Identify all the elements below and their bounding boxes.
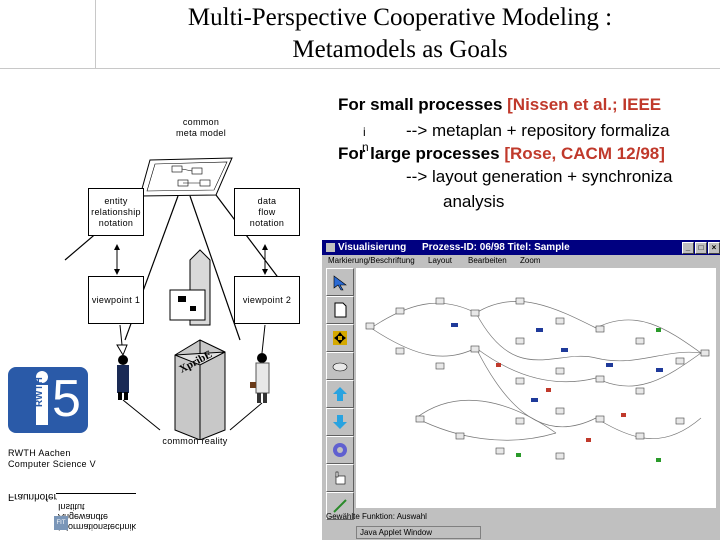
institut-line1: Institut (58, 502, 85, 512)
scroll-up-tool[interactable] (326, 380, 354, 408)
viewpoint2-box: viewpoint 2 (234, 276, 300, 324)
workstation-icon (169, 249, 211, 326)
bullet-2-sub2: analysis (443, 192, 505, 211)
java-applet-window-label: Java Applet Window (356, 526, 481, 539)
scroll-down-tool[interactable] (326, 408, 354, 436)
handshake-tool[interactable] (326, 352, 354, 380)
bullet-1-sub: --> metaplan + repository formaliza (406, 121, 670, 140)
rwth-line1: RWTH Aachen (8, 448, 71, 458)
process-graph (365, 297, 710, 462)
person-right-icon (250, 353, 270, 403)
viewpoint2-label: viewpoint 2 (242, 295, 292, 305)
applet-menubar: Markierung/Beschriftung Layout Bearbeite… (322, 255, 720, 267)
handshake-icon (332, 362, 348, 372)
new-document-tool[interactable] (326, 296, 354, 324)
applet-window[interactable]: Visualisierung Prozess-ID: 06/98 Titel: … (322, 240, 720, 540)
common-reality-label: common reality (162, 436, 228, 446)
applet-process-text: Prozess-ID: 06/98 Titel: Sample (422, 242, 570, 253)
institut-line3: Informationstechnik (58, 522, 137, 532)
bullet-2-sub: --> layout generation + synchroniza (406, 167, 673, 186)
rwth-logo: 5 RWTH (8, 365, 90, 437)
fit-badge: FIT (54, 516, 68, 530)
bullet-2-ref: [Rose, CACM 12/98] (504, 144, 665, 163)
down-arrow-icon (333, 415, 347, 429)
person-left-icon (117, 355, 129, 400)
status-function-label: Gewählte Funktion: Auswahl (326, 512, 427, 521)
move-tool[interactable] (326, 324, 354, 352)
move-icon (333, 331, 347, 345)
er-notation-box: entity relationship notation (88, 188, 144, 236)
up-arrow-icon (333, 387, 347, 401)
bullet-1-marker: i (363, 125, 366, 139)
refresh-tool[interactable] (326, 436, 354, 464)
applet-app-icon (326, 243, 335, 252)
hand-icon (335, 471, 346, 485)
metamodel-sheet-icon (139, 157, 233, 197)
applet-title-text: Visualisierung (338, 242, 407, 253)
title-line-2: Metamodels as Goals (292, 36, 508, 63)
bullet-1-text: For small processes (338, 95, 508, 114)
fraunhofer-rule (56, 493, 136, 494)
title-line-1: Multi-Perspective Cooperative Modeling : (187, 4, 613, 31)
bullet-1-ref: [Nissen et al.; IEEE (507, 95, 662, 114)
bullet-2-marker: n (362, 140, 369, 154)
fit-label: FIT (56, 520, 66, 526)
menu-bearbeiten[interactable]: Bearbeiten (468, 255, 507, 267)
bullet-large-processes: For large processes [Rose, CACM 12/98] (338, 144, 665, 164)
bullet-small-processes: For small processes [Nissen et al.; IEEE (338, 95, 661, 115)
select-arrow-tool[interactable] (326, 268, 354, 296)
dataflow-notation-box: data flow notation (234, 188, 300, 236)
viewpoint1-label: viewpoint 1 (91, 295, 141, 305)
menu-zoom[interactable]: Zoom (520, 255, 540, 267)
title-rule (0, 68, 720, 69)
hand-tool[interactable] (326, 464, 354, 492)
arrow-icon (333, 275, 347, 291)
applet-titlebar[interactable]: Visualisierung Prozess-ID: 06/98 Titel: … (322, 240, 720, 255)
fraunhofer-logo: Informationstechnik Angewandte Institut … (8, 476, 148, 532)
document-icon (334, 302, 347, 318)
rwth-vertical-text: RWTH (34, 377, 45, 407)
dataflow-notation-label: data flow notation (249, 195, 285, 228)
rwth-number: 5 (52, 370, 81, 428)
fraunhofer-text: Fraunhofer (8, 491, 57, 502)
maximize-button[interactable]: □ (695, 242, 707, 254)
viewpoint1-box: viewpoint 1 (88, 276, 144, 324)
refresh-icon (333, 443, 347, 457)
er-notation-label: entity relationship notation (91, 195, 141, 228)
rwth-footer: RWTH Aachen Computer Science V (8, 448, 96, 470)
minimize-button[interactable]: _ (682, 242, 694, 254)
rwth-line2: Computer Science V (8, 459, 96, 469)
menu-layout[interactable]: Layout (428, 255, 452, 267)
slide-title: Multi-Perspective Cooperative Modeling :… (95, 2, 705, 66)
close-button[interactable]: × (708, 242, 720, 254)
common-metamodel-label: common meta model (175, 117, 227, 138)
menu-markierung[interactable]: Markierung/Beschriftung (328, 255, 415, 267)
process-graph-canvas[interactable] (356, 268, 716, 508)
